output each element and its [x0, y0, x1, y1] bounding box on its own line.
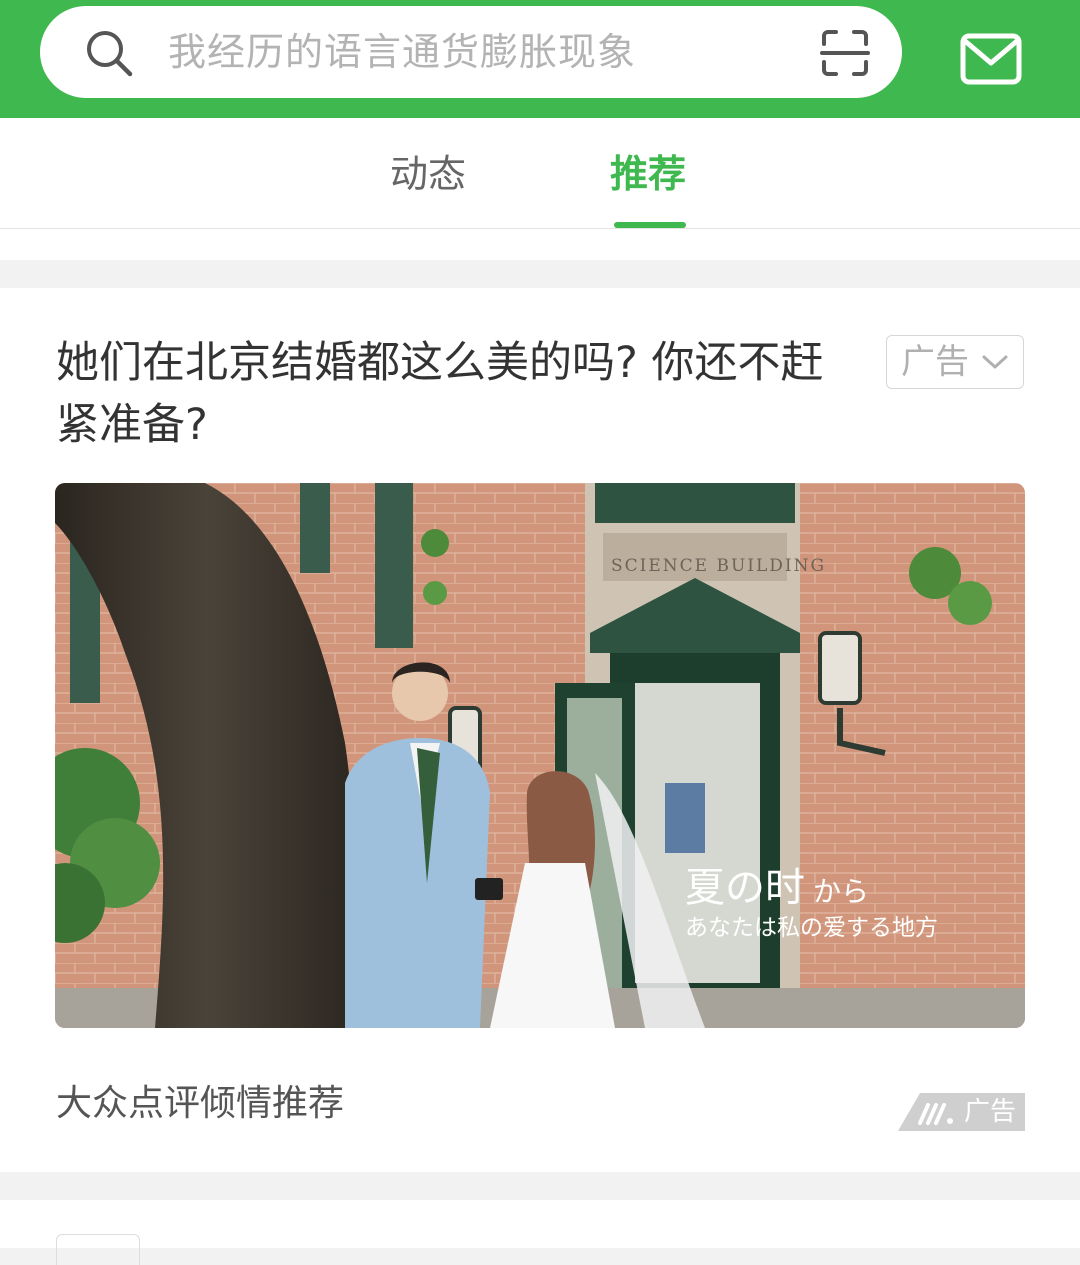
- ad-badge-label: 广告: [964, 1097, 1017, 1127]
- search-bar[interactable]: 我经历的语言通货膨胀现象: [40, 6, 902, 98]
- tab-bar: 动态 推荐: [0, 118, 1080, 229]
- tab-bar-spacer: [0, 229, 1080, 260]
- building-sign: SCIENCE BUILDING: [611, 556, 826, 576]
- image-caption-line1-suffix: から: [813, 875, 869, 908]
- tab-dynamic[interactable]: 动态: [390, 150, 466, 198]
- scan-icon[interactable]: [820, 28, 870, 78]
- ad-source: 大众点评倾情推荐: [56, 1083, 345, 1124]
- ad-photo[interactable]: 夏の时 から あなたは私の爱する地方 SCIENCE BUILDING: [55, 483, 1025, 1028]
- wedding-photo-image: 夏の时 から あなたは私の爱する地方 SCIENCE BUILDING: [55, 483, 1025, 1028]
- chevron-down-icon: [982, 355, 1008, 369]
- image-caption-line2: あなたは私の爱する地方: [685, 915, 938, 941]
- search-placeholder[interactable]: 我经历的语言通货膨胀现象: [168, 6, 636, 98]
- active-tab-indicator: [614, 222, 686, 228]
- next-card[interactable]: [0, 1200, 1080, 1265]
- ad-card[interactable]: 她们在北京结婚都这么美的吗? 你还不赶紧准备? 广告 夏の时 から あなたは私の…: [0, 288, 1080, 1172]
- mail-icon[interactable]: [960, 33, 1022, 85]
- next-card-chip: [56, 1234, 140, 1265]
- top-header: 我经历的语言通货膨胀现象: [0, 0, 1080, 118]
- card-title[interactable]: 她们在北京结婚都这么美的吗? 你还不赶紧准备?: [56, 332, 856, 456]
- tab-recommend[interactable]: 推荐: [610, 150, 686, 198]
- image-caption-line1: 夏の时: [685, 865, 805, 911]
- search-icon: [87, 31, 133, 77]
- ad-tag-label: 广告: [901, 342, 969, 382]
- ad-tag-dropdown[interactable]: 广告: [886, 335, 1024, 389]
